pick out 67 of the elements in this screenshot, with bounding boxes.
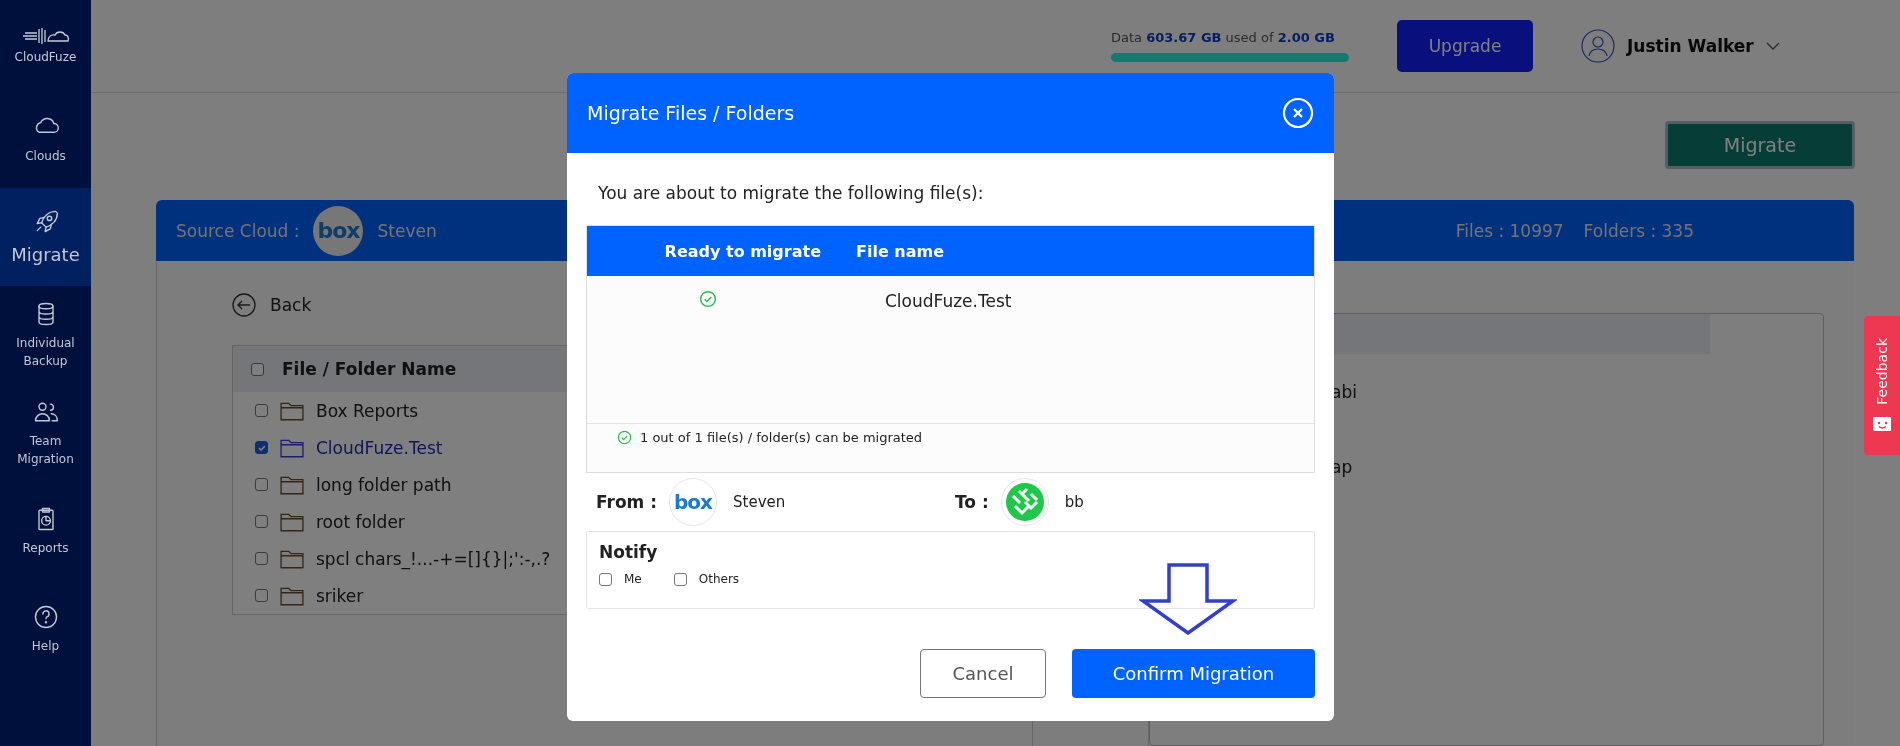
folder-name[interactable]: CloudFuze.Test — [316, 437, 443, 458]
folder-icon — [280, 585, 304, 606]
nav-item[interactable]: Migrate — [0, 188, 91, 286]
to-label: To : — [955, 492, 989, 512]
user-menu[interactable]: Justin Walker — [1581, 29, 1780, 63]
folder-icon — [280, 400, 304, 421]
migrate-button[interactable]: Migrate — [1665, 121, 1855, 169]
checkbox[interactable] — [673, 572, 687, 586]
checkbox[interactable] — [255, 441, 268, 454]
column-header: File name — [855, 241, 945, 261]
nav-item[interactable]: Team Migration — [0, 384, 91, 482]
checkbox[interactable] — [599, 572, 612, 586]
folder-name[interactable]: Box Reports — [316, 400, 419, 421]
back-button[interactable]: Back — [232, 293, 312, 317]
folders-count: Folders : 335 — [1583, 220, 1694, 241]
feedback-tab[interactable]: Feedback — [1864, 316, 1900, 455]
confirm-button[interactable]: Confirm Migration — [1072, 649, 1315, 698]
check-icon — [617, 430, 632, 445]
cloud-logo-icon — [1004, 482, 1045, 522]
account-name: Steven — [733, 493, 787, 511]
folder-icon — [280, 474, 304, 495]
nav-item[interactable]: Help — [0, 580, 91, 678]
checkbox[interactable] — [255, 552, 268, 565]
ready-icon — [699, 290, 717, 308]
source-label: Source Cloud : — [176, 220, 300, 241]
down-arrow-icon — [1139, 563, 1237, 635]
nav-item[interactable]: Individual Backup — [0, 286, 91, 384]
column-header: Ready to migrate — [663, 241, 821, 261]
checkbox[interactable] — [255, 515, 268, 528]
folder-icon — [280, 511, 304, 532]
folder-name[interactable]: sriker — [316, 585, 364, 606]
folder-name[interactable]: spcl chars_!...-+=[]{}|;':-,.? — [316, 548, 551, 569]
checkbox[interactable] — [255, 404, 268, 417]
back-icon — [232, 293, 256, 317]
nav-item[interactable]: Clouds — [0, 90, 91, 188]
summary-text: 1 out of 1 file(s) / folder(s) can be migrated — [640, 430, 923, 445]
logo-icon — [20, 26, 71, 46]
column-header: File / Folder Name — [282, 359, 457, 379]
folder-icon — [280, 437, 304, 458]
cloud-logo: box — [313, 205, 364, 256]
checkbox[interactable] — [255, 589, 268, 602]
check-icon — [256, 442, 267, 453]
storage-usage: Data 603.67 GB used of 2.00 GB — [1111, 30, 1336, 45]
file-name: CloudFuze.Test — [884, 290, 1012, 312]
account-name: bb — [1064, 493, 1084, 511]
folder-icon — [280, 548, 304, 569]
caret-icon — [1765, 41, 1780, 51]
dialog-title: Migrate Files / Folders — [587, 102, 795, 124]
files-count: Files : 10997 — [1455, 220, 1564, 241]
avatar-icon — [1581, 29, 1615, 63]
smiley-icon — [1871, 414, 1893, 433]
checkbox[interactable] — [255, 478, 268, 491]
intro-text: You are about to migrate the following file(s): — [598, 183, 985, 205]
logo-text: CloudFuze — [14, 50, 77, 64]
close-button[interactable] — [1282, 97, 1314, 129]
upgrade-button[interactable]: Upgrade — [1397, 20, 1533, 72]
folder-name[interactable]: long folder path — [316, 474, 452, 495]
close-icon — [1282, 97, 1314, 129]
nav-item[interactable]: Reports — [0, 482, 91, 580]
cancel-button[interactable]: Cancel — [920, 649, 1046, 698]
notify-title: Notify — [599, 542, 659, 562]
from-label: From : — [596, 492, 658, 512]
checkbox[interactable] — [251, 362, 264, 376]
account-name: Steven — [377, 220, 437, 241]
folder-name[interactable]: root folder — [316, 511, 405, 532]
option-label: Others — [698, 572, 740, 586]
option-label: Me — [624, 572, 642, 586]
